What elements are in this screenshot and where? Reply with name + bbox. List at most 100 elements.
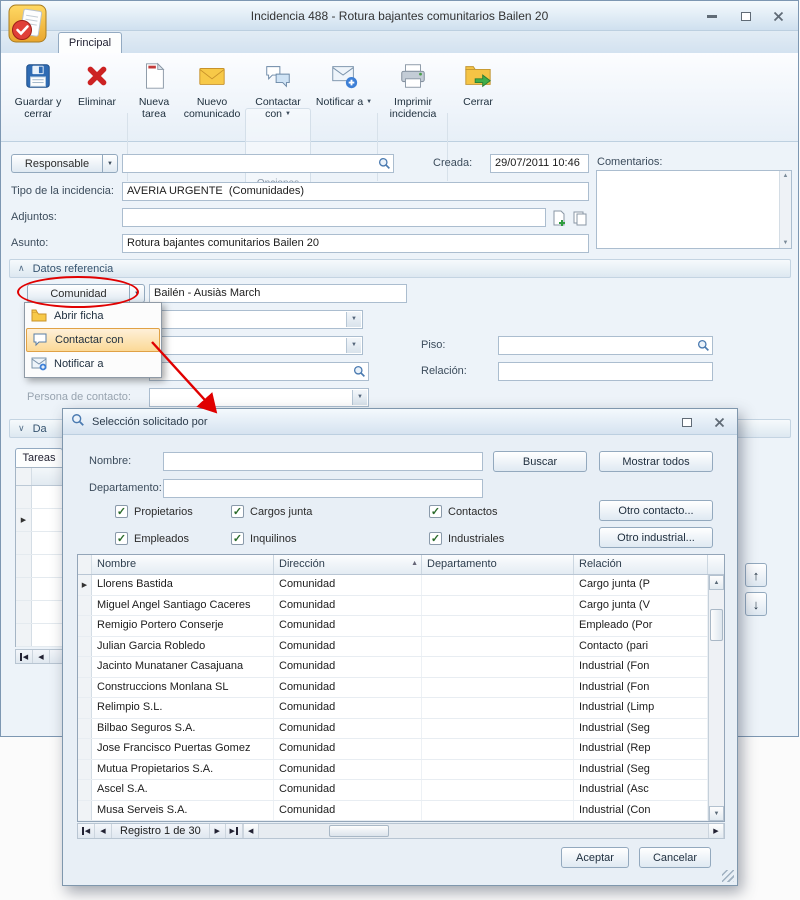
- menu-item-notificar-a[interactable]: Notificar a: [26, 352, 160, 376]
- first-record-button[interactable]: ◀: [16, 650, 33, 663]
- table-vertical-scrollbar[interactable]: ▲ ▼: [708, 575, 724, 821]
- table-row[interactable]: Mutua Propietarios S.A.ComunidadIndustri…: [78, 760, 708, 781]
- resize-grip[interactable]: [722, 870, 734, 882]
- scroll-up-icon[interactable]: ▲: [783, 173, 789, 179]
- save-and-close-button[interactable]: Guardar y cerrar: [9, 58, 67, 136]
- search-icon[interactable]: [353, 365, 366, 381]
- results-table: Nombre Dirección▲ Departamento Relación …: [77, 554, 725, 822]
- column-header-nombre[interactable]: Nombre: [92, 555, 274, 574]
- table-row[interactable]: ▶Llorens BastidaComunidadCargo junta (P: [78, 575, 708, 596]
- aceptar-button[interactable]: Aceptar: [561, 847, 629, 868]
- contact-with-button[interactable]: Contactar con ▼: [247, 58, 309, 136]
- table-row[interactable]: Musa Serveis S.A.ComunidadIndustrial (Co…: [78, 801, 708, 822]
- notify-to-button[interactable]: Notificar a ▼: [315, 58, 373, 136]
- new-task-button[interactable]: Nueva tarea: [131, 58, 177, 136]
- direccion-combo[interactable]: Bailen nº 20 ▼: [149, 310, 363, 329]
- table-row[interactable]: Ascel S.A.ComunidadIndustrial (Asc: [78, 780, 708, 801]
- dialog-close-button[interactable]: [707, 414, 731, 431]
- persona-contacto-combo[interactable]: ▼: [149, 388, 369, 407]
- table-row[interactable]: Remigio Portero ConserjeComunidadEmplead…: [78, 616, 708, 637]
- comunidad-field[interactable]: Bailén - Ausiàs March: [149, 284, 407, 303]
- table-row[interactable]: Bilbao Seguros S.A.ComunidadIndustrial (…: [78, 719, 708, 740]
- buscar-button[interactable]: Buscar: [493, 451, 587, 472]
- move-up-button[interactable]: ↑: [745, 563, 767, 587]
- table-row[interactable]: Relimpio S.L.ComunidadIndustrial (Limp: [78, 698, 708, 719]
- delete-button[interactable]: Eliminar: [71, 58, 123, 136]
- move-down-button[interactable]: ↓: [745, 592, 767, 616]
- copy-attachment-button[interactable]: [571, 209, 589, 227]
- menu-item-contactar-con[interactable]: Contactar con: [26, 328, 160, 352]
- close-button[interactable]: [766, 8, 790, 25]
- comunidad-split-button[interactable]: Comunidad ▼: [27, 284, 145, 303]
- scroll-left-button[interactable]: ◀: [243, 824, 259, 838]
- creada-field[interactable]: 29/07/2011 10:46: [490, 154, 589, 173]
- expand-icon[interactable]: ∨: [18, 423, 25, 434]
- checkbox-contactos[interactable]: ✓Contactos: [429, 505, 498, 518]
- responsable-field[interactable]: Jaume Jurado ( Central - Propiedad Horiz…: [122, 154, 394, 173]
- comentarios-box[interactable]: ▲ ▼: [596, 170, 792, 249]
- add-attachment-button[interactable]: [550, 209, 568, 227]
- scroll-down-button[interactable]: ▼: [709, 806, 724, 821]
- cell-nombre: Musa Serveis S.A.: [92, 801, 274, 821]
- window-title: Incidencia 488 - Rotura bajantes comunit…: [121, 1, 678, 31]
- table-row[interactable]: Julian Garcia RobledoComunidadContacto (…: [78, 637, 708, 658]
- dropdown-icon[interactable]: ▼: [346, 312, 361, 327]
- relacion-field[interactable]: [498, 362, 713, 381]
- column-header-direccion[interactable]: Dirección▲: [274, 555, 422, 574]
- menu-item-abrir-ficha[interactable]: Abrir ficha: [26, 304, 160, 328]
- close-incident-button[interactable]: Cerrar: [453, 58, 503, 136]
- checkbox-propietarios[interactable]: ✓Propietarios: [115, 505, 193, 518]
- minimize-button[interactable]: [700, 8, 724, 25]
- new-message-button[interactable]: Nuevo comunicado: [179, 58, 245, 136]
- escalera-combo[interactable]: ▼: [149, 336, 363, 355]
- checkbox-inquilinos[interactable]: ✓Inquilinos: [231, 532, 296, 545]
- column-header-departamento[interactable]: Departamento: [422, 555, 574, 574]
- checkbox-cargos-junta[interactable]: ✓Cargos junta: [231, 505, 312, 518]
- checkbox-empleados[interactable]: ✓Empleados: [115, 532, 189, 545]
- otro-industrial-button[interactable]: Otro industrial...: [599, 527, 713, 548]
- prev-record-button[interactable]: ◀: [33, 650, 50, 663]
- checkbox-industriales[interactable]: ✓Industriales: [429, 532, 504, 545]
- cell-nombre: Miguel Angel Santiago Caceres: [92, 596, 274, 616]
- open-card-icon: [31, 307, 47, 326]
- prev-record-button[interactable]: ◀: [95, 824, 112, 838]
- dialog-maximize-button[interactable]: [675, 414, 699, 431]
- table-row[interactable]: Miguel Angel Santiago CaceresComunidadCa…: [78, 596, 708, 617]
- adjuntos-field[interactable]: [122, 208, 546, 227]
- table-row[interactable]: Jacinto Munataner CasajuanaComunidadIndu…: [78, 657, 708, 678]
- mostrar-todos-button[interactable]: Mostrar todos: [599, 451, 713, 472]
- otro-contacto-button[interactable]: Otro contacto...: [599, 500, 713, 521]
- search-icon[interactable]: [378, 157, 391, 173]
- table-row[interactable]: Construccions Monlana SLComunidadIndustr…: [78, 678, 708, 699]
- maximize-button[interactable]: [734, 8, 758, 25]
- horizontal-scrollbar[interactable]: ◀ ▶: [243, 824, 724, 838]
- scroll-down-icon[interactable]: ▼: [783, 240, 789, 246]
- checkbox-icon: ✓: [231, 505, 244, 518]
- dropdown-icon[interactable]: ▼: [346, 338, 361, 353]
- departamento-input[interactable]: [163, 479, 483, 498]
- nombre-input[interactable]: [163, 452, 483, 471]
- tab-principal[interactable]: Principal: [58, 32, 122, 53]
- tipo-field[interactable]: AVERIA URGENTE (Comunidades): [122, 182, 589, 201]
- search-icon[interactable]: [697, 339, 710, 355]
- last-record-button[interactable]: ▶: [226, 824, 243, 838]
- asunto-field[interactable]: Rotura bajantes comunitarios Bailen 20: [122, 234, 589, 253]
- scrollbar-thumb[interactable]: [329, 825, 389, 837]
- collapse-icon[interactable]: ∧: [18, 263, 25, 274]
- tab-tareas[interactable]: Tareas: [15, 448, 63, 467]
- solicitado-lookup-field[interactable]: [149, 362, 369, 381]
- scroll-up-button[interactable]: ▲: [709, 575, 724, 590]
- column-header-relacion[interactable]: Relación: [574, 555, 708, 574]
- datos-referencia-header[interactable]: ∧ Datos referencia: [9, 259, 791, 278]
- table-row[interactable]: Jose Francisco Puertas GomezComunidadInd…: [78, 739, 708, 760]
- scrollbar-thumb[interactable]: [710, 609, 723, 641]
- cancelar-button[interactable]: Cancelar: [639, 847, 711, 868]
- next-record-button[interactable]: ▶: [209, 824, 226, 838]
- scroll-right-button[interactable]: ▶: [708, 824, 724, 838]
- print-incident-button[interactable]: Imprimir incidencia: [381, 58, 445, 136]
- first-record-button[interactable]: ◀: [78, 824, 95, 838]
- piso-field[interactable]: [498, 336, 713, 355]
- responsable-dropdown-button[interactable]: Responsable ▼: [11, 154, 118, 173]
- dropdown-icon[interactable]: ▼: [352, 390, 367, 405]
- comments-scrollbar[interactable]: ▲ ▼: [779, 171, 791, 248]
